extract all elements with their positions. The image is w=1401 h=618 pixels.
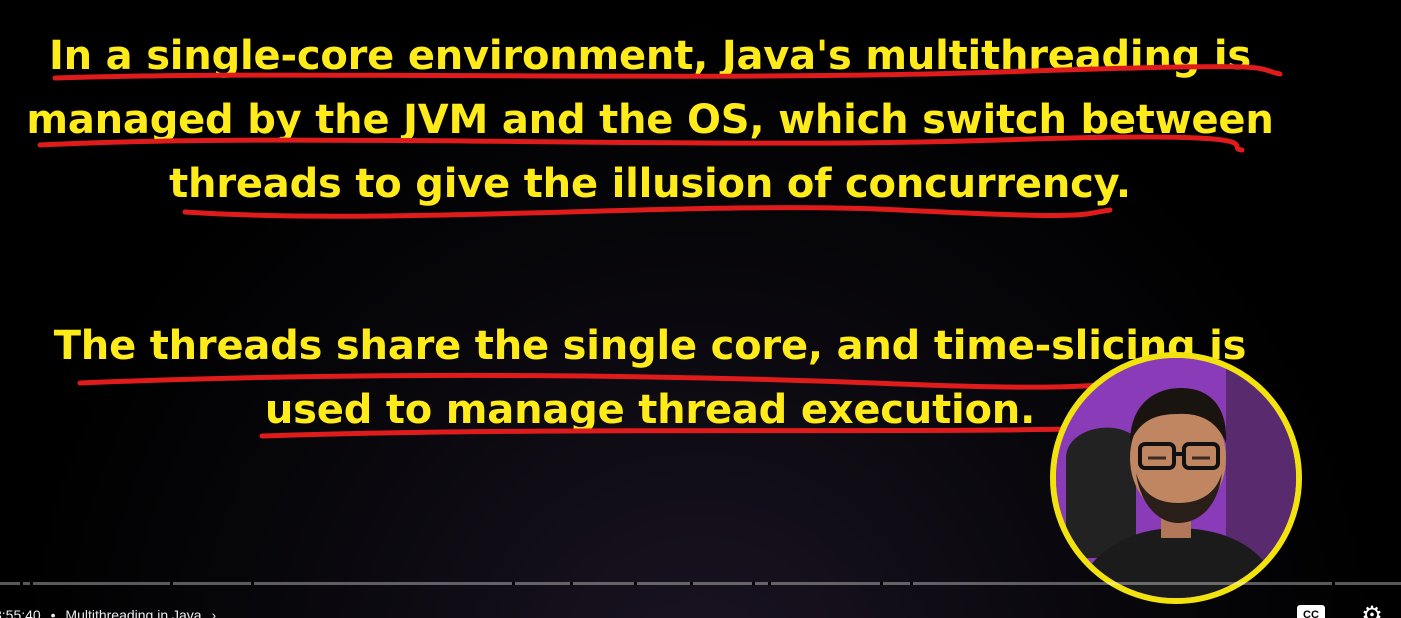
chevron-right-icon[interactable]: › [211,607,216,618]
subtitles-cc-button[interactable]: CC [1297,605,1325,618]
player-controls: 3:55:40 • Multithreading in Java › CC ⚙ [0,585,1401,618]
slide-line: managed by the JVM and the OS, which swi… [26,97,1274,143]
separator-dot: • [50,607,56,618]
presenter-avatar [1056,358,1296,598]
time-and-chapter[interactable]: 3:55:40 • Multithreading in Java › [0,607,222,618]
slide-line: The threads share the single core, and t… [53,323,1247,369]
slide-line: threads to give the illusion of concurre… [169,161,1131,207]
slide-paragraph-1: In a single-core environment, Java's mul… [0,24,1300,216]
presenter-webcam-bubble [1050,352,1302,604]
gear-icon[interactable]: ⚙ [1358,602,1386,618]
chapter-title[interactable]: Multithreading in Java [65,607,201,618]
slide-line: In a single-core environment, Java's mul… [48,33,1251,79]
video-frame[interactable]: In a single-core environment, Java's mul… [0,0,1401,618]
current-time: 3:55:40 [0,607,41,618]
